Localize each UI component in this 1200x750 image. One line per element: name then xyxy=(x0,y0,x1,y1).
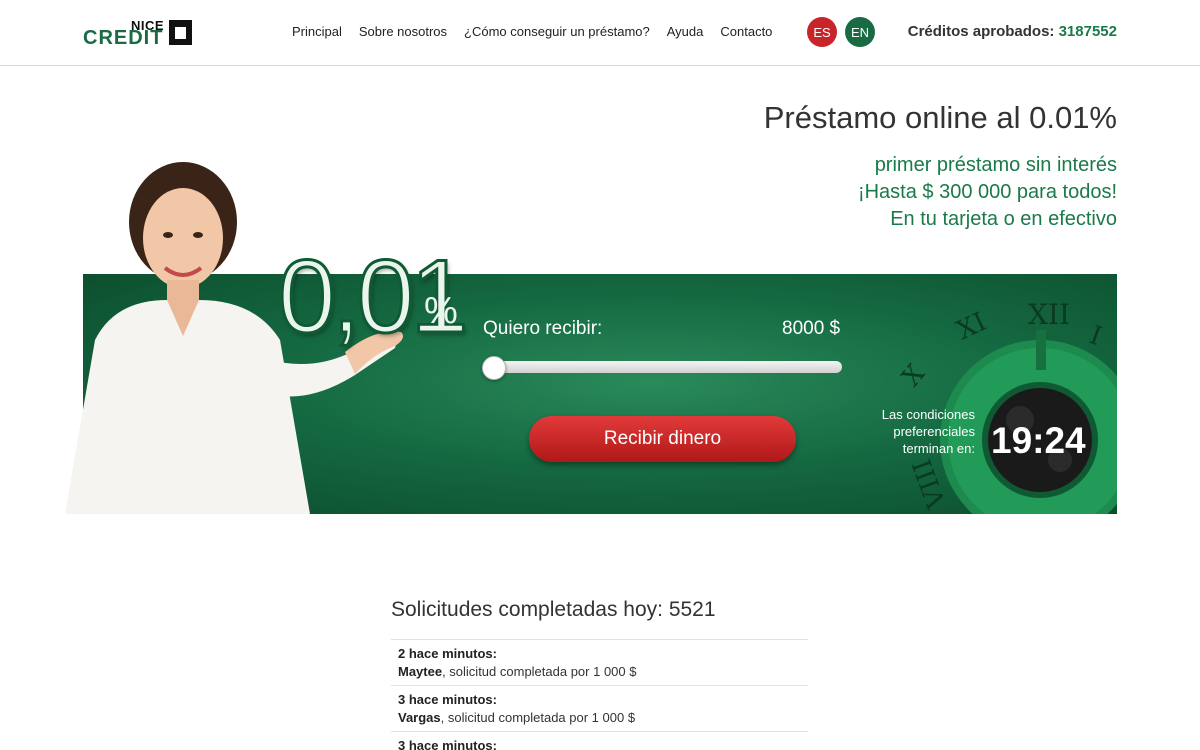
approved-label: Créditos aprobados: xyxy=(907,23,1055,40)
language-es-button[interactable]: ES xyxy=(807,17,837,47)
nav-como-conseguir[interactable]: ¿Cómo conseguir un préstamo? xyxy=(464,24,650,39)
logo-mark-icon xyxy=(169,20,192,45)
request-time: 2 hace minutos: xyxy=(398,646,497,661)
clock-cup-illustration: XI XII I X VIII xyxy=(900,298,1117,514)
big-percent-sign: % xyxy=(424,290,458,332)
svg-text:I: I xyxy=(1086,320,1106,352)
approved-count: 3187552 xyxy=(1058,23,1117,40)
svg-text:X: X xyxy=(900,359,932,393)
approved-credits: Créditos aprobados: 3187552 xyxy=(908,23,1117,40)
main-nav: Principal Sobre nosotros ¿Cómo conseguir… xyxy=(292,24,789,39)
request-line: Maytee, solicitud completada por 1 000 $ xyxy=(398,662,801,682)
receive-money-button[interactable]: Recibir dinero xyxy=(529,416,796,462)
requests-title: Solicitudes completadas hoy: 5521 xyxy=(391,598,716,621)
hero-subtitle-line: primer préstamo sin interés xyxy=(874,154,1117,176)
hero-title: Préstamo online al 0.01% xyxy=(763,100,1117,135)
request-name: Vargas xyxy=(398,710,441,725)
language-en-button[interactable]: EN xyxy=(845,17,875,47)
hero-subtitle-line: ¡Hasta $ 300 000 para todos! xyxy=(857,181,1117,203)
request-line: Vargas, solicitud completada por 1 000 $ xyxy=(398,708,801,728)
request-text: , solicitud completada por 1 000 $ xyxy=(442,664,637,679)
nav-sobre-nosotros[interactable]: Sobre nosotros xyxy=(359,24,447,39)
svg-text:XI: XI xyxy=(952,307,991,346)
slider-label: Quiero recibir: xyxy=(483,318,603,339)
site-header: NICE CREDIT Principal Sobre nosotros ¿Có… xyxy=(0,0,1200,66)
request-time: 3 hace minutos: xyxy=(398,692,497,707)
requests-list: 2 hace minutos: Maytee, solicitud comple… xyxy=(391,639,808,750)
nav-contacto[interactable]: Contacto xyxy=(720,24,772,39)
logo-main-text: CREDIT xyxy=(83,27,164,49)
list-item: 2 hace minutos: Maytee, solicitud comple… xyxy=(391,639,808,685)
countdown-timer: 19:24 xyxy=(991,420,1086,461)
request-text: , solicitud completada por 1 000 $ xyxy=(440,710,636,725)
conditions-text: Las condiciones preferenciales terminan … xyxy=(881,407,975,456)
list-item: 3 hace minutos: Vargas, solicitud comple… xyxy=(391,685,808,731)
hero-subtitle-line: En tu tarjeta o en efectivo xyxy=(890,208,1117,230)
nice-credit-logo[interactable]: NICE CREDIT xyxy=(83,18,195,49)
svg-text:XII: XII xyxy=(1028,298,1070,331)
nav-principal[interactable]: Principal xyxy=(292,24,342,39)
list-item: 3 hace minutos: xyxy=(391,731,808,750)
request-name: Maytee xyxy=(398,664,443,679)
amount-value: 8000 $ xyxy=(782,318,841,339)
amount-slider-handle[interactable] xyxy=(482,356,506,380)
request-time: 3 hace minutos: xyxy=(398,738,497,750)
nav-ayuda[interactable]: Ayuda xyxy=(667,24,704,39)
amount-slider-track[interactable] xyxy=(483,361,842,373)
hero-subtitle: primer préstamo sin interés ¡Hasta $ 300… xyxy=(858,152,1117,233)
